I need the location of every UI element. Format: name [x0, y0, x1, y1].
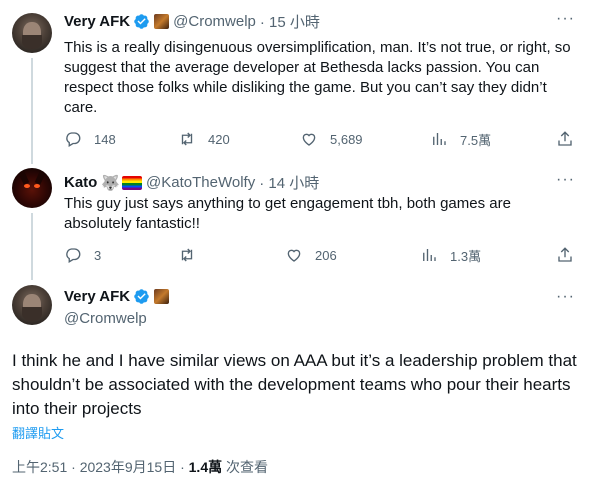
share-button[interactable] — [556, 246, 574, 264]
views-label: 次查看 — [222, 459, 268, 475]
like-count: 5,689 — [330, 131, 363, 147]
share-icon — [558, 131, 572, 146]
author-name[interactable]: Very AFK — [64, 13, 130, 30]
reply-count: 3 — [94, 247, 102, 263]
author-name[interactable]: Very AFK — [64, 288, 130, 305]
tweet-meta: 上午2:51 · 2023年9月15日 · 1.4萬 次查看 — [12, 457, 268, 477]
thread-line — [31, 213, 33, 280]
views-icon — [433, 133, 446, 145]
author-handle[interactable]: @Cromwelp — [173, 13, 256, 30]
tweet-text: This is a really disingenuous oversimpli… — [64, 39, 571, 116]
tweet-header: Very AFK @Cromwelp · 15 小時 — [64, 11, 320, 32]
like-count: 206 — [315, 247, 337, 263]
action-bar: 3 206 1.3萬 — [64, 245, 576, 265]
tweet-header: Kato 🐺 @KatoTheWolfy · 14 小時 — [64, 172, 319, 193]
avatar[interactable] — [12, 285, 52, 325]
thread-line — [31, 58, 33, 164]
more-icon[interactable]: ··· — [556, 10, 575, 28]
views-button[interactable]: 1.3萬 — [420, 246, 481, 265]
post-time[interactable]: · 14 小時 — [259, 172, 319, 193]
main-tweet-header: Very AFK — [64, 288, 170, 305]
views-button[interactable]: 7.5萬 — [430, 130, 491, 149]
post-time[interactable]: · 15 小時 — [260, 11, 320, 32]
share-icon — [558, 247, 572, 262]
more-icon[interactable]: ··· — [556, 288, 575, 306]
retweet-icon — [181, 248, 193, 262]
like-button[interactable]: 206 — [285, 246, 337, 264]
views-count: 7.5萬 — [460, 132, 492, 148]
translate-link[interactable]: 翻譯貼文 — [12, 423, 64, 442]
heart-icon — [287, 249, 301, 262]
retweet-icon — [181, 132, 193, 146]
affiliate-badge — [154, 14, 170, 29]
rainbow-flag-icon — [122, 175, 143, 190]
share-button[interactable] — [556, 130, 574, 148]
avatar[interactable] — [12, 13, 52, 53]
more-icon[interactable]: ··· — [556, 171, 575, 189]
reply-icon — [66, 132, 81, 147]
verified-icon — [134, 289, 149, 304]
reply-button[interactable]: 3 — [64, 246, 101, 264]
reply-button[interactable]: 148 — [64, 130, 116, 148]
views-count: 1.3萬 — [450, 248, 482, 264]
views-count: 1.4萬 — [188, 459, 223, 475]
wolf-icon: 🐺 — [101, 174, 121, 192]
tweet-1[interactable]: Very AFK @Cromwelp · 15 小時 ··· This is a… — [0, 0, 589, 165]
views-icon — [423, 249, 436, 261]
retweet-count: 420 — [208, 131, 230, 147]
verified-icon — [134, 14, 149, 29]
tweet-text: This guy just says anything to get engag… — [64, 195, 511, 232]
reply-icon — [66, 248, 81, 263]
main-tweet-text: I think he and I have similar views on A… — [12, 351, 577, 418]
author-handle[interactable]: @Cromwelp — [64, 310, 147, 327]
reply-count: 148 — [94, 131, 116, 147]
retweet-button[interactable]: 420 — [178, 130, 230, 148]
affiliate-badge — [154, 289, 170, 304]
avatar[interactable] — [12, 168, 52, 208]
timestamp[interactable]: 上午2:51 · 2023年9月15日 · — [12, 459, 189, 475]
action-bar: 148 420 5,689 7.5萬 — [64, 129, 576, 149]
like-button[interactable]: 5,689 — [300, 130, 363, 148]
author-handle[interactable]: @KatoTheWolfy — [146, 174, 255, 191]
heart-icon — [302, 133, 316, 146]
retweet-button[interactable] — [178, 246, 208, 264]
author-name[interactable]: Kato — [64, 174, 97, 191]
tweet-2[interactable]: Kato 🐺 @KatoTheWolfy · 14 小時 ··· This gu… — [0, 165, 589, 280]
